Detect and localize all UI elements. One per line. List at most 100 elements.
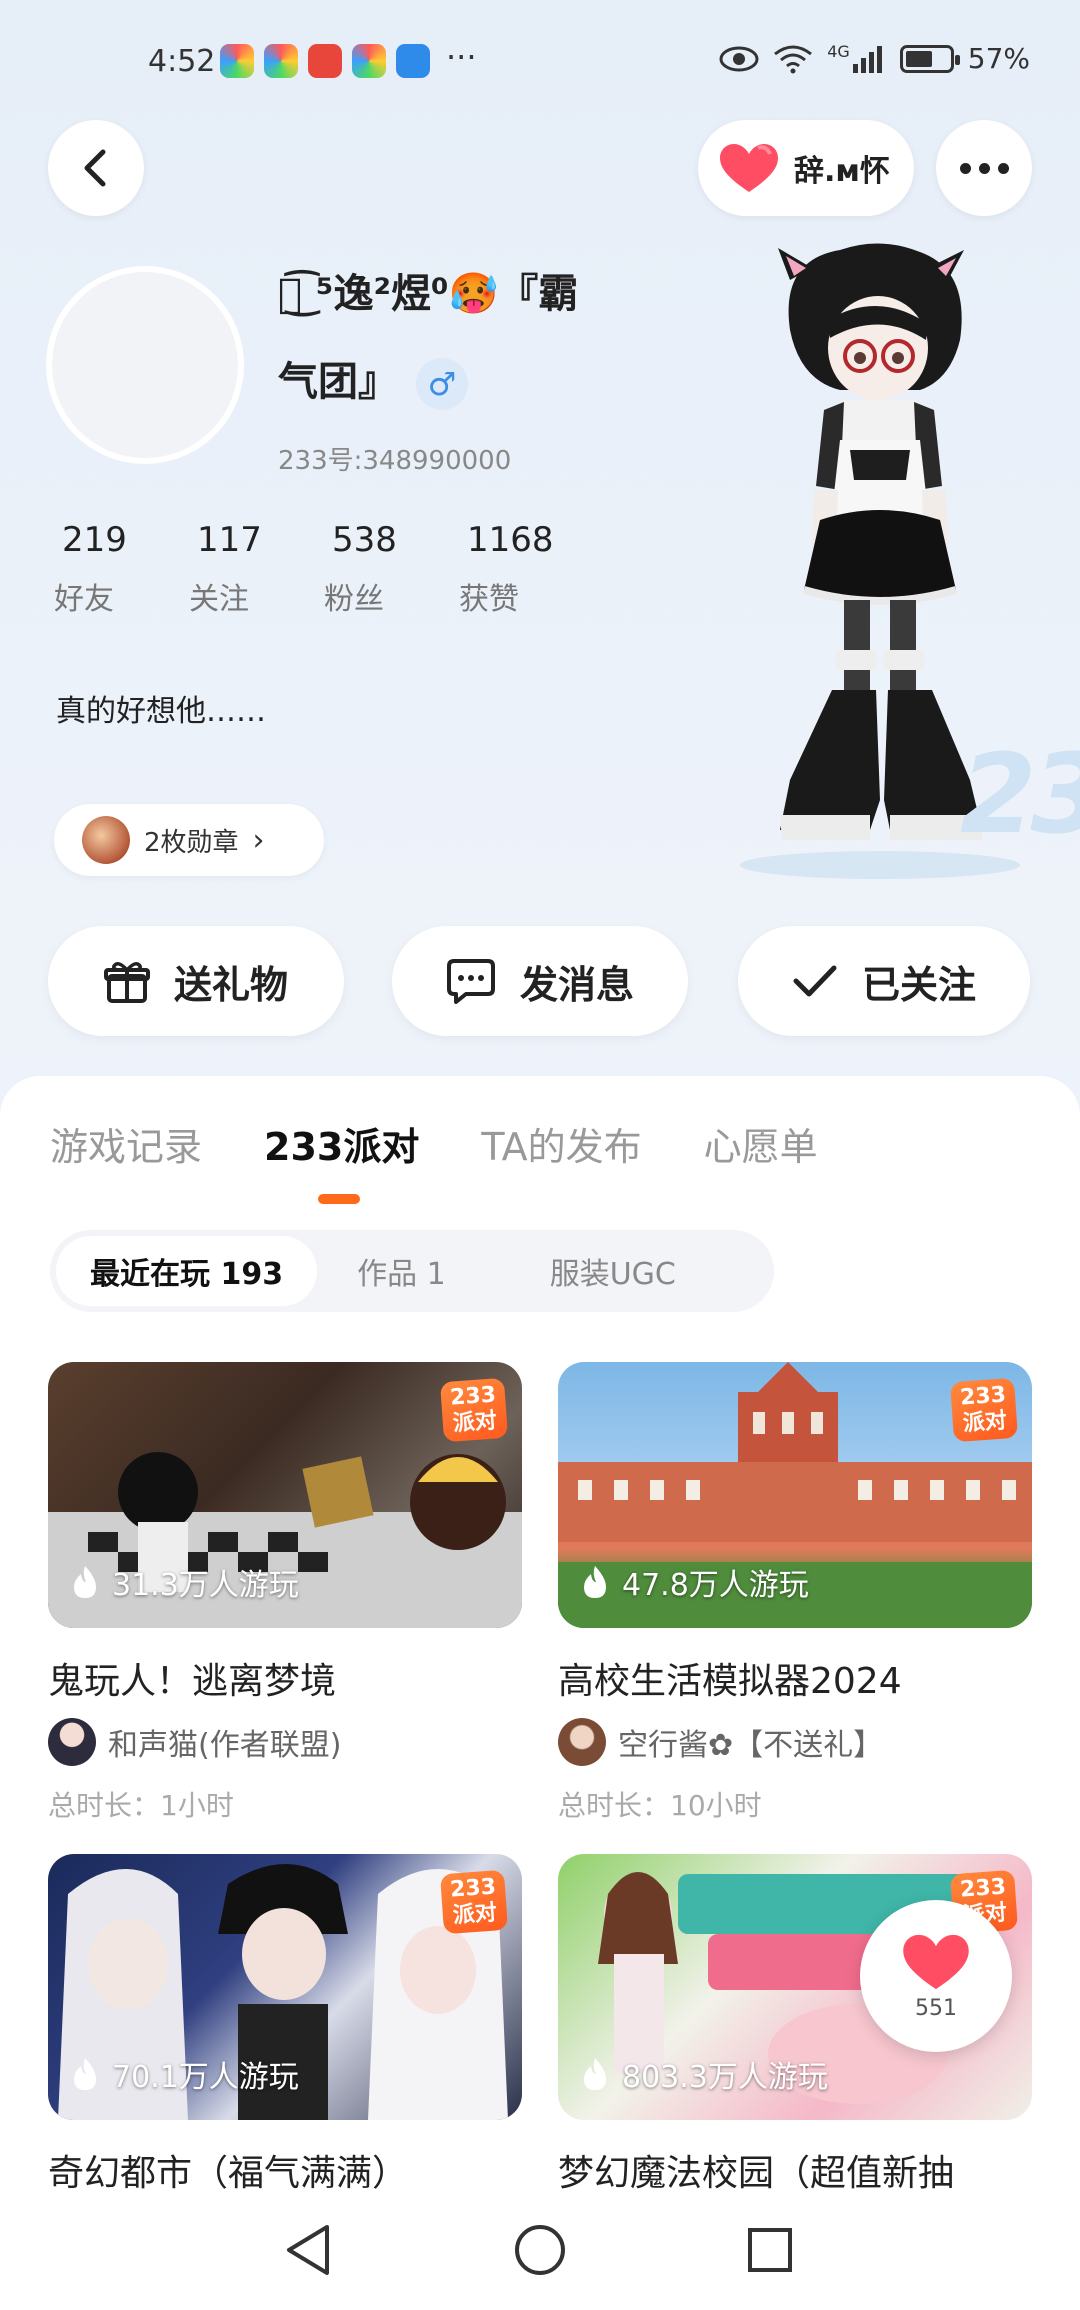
friend-name: 辞.м怀 (794, 154, 890, 189)
party-233-tag: 233 派对 (439, 1869, 509, 1935)
male-gender-icon: ♂ (416, 358, 468, 410)
triangle-back-icon (287, 2225, 329, 2275)
party-233-tag: 233 派对 (439, 1377, 509, 1443)
nickname-line2: 气团』 (278, 359, 398, 405)
status-time: 4:52 (148, 44, 216, 79)
subtab-outfit-ugc[interactable]: 服装UGC (516, 1236, 710, 1306)
game-title: 梦幻魔法校园（超值新抽 (558, 2153, 955, 2194)
play-count: 47.8万人游玩 (580, 1560, 809, 1604)
app-notification-icon (352, 44, 386, 78)
following-button[interactable]: 已关注 (738, 926, 1030, 1036)
author-name: 空行酱✿【不送礼】 (618, 1728, 884, 1763)
tab-wishlist[interactable]: 心愿单 (704, 1116, 818, 1171)
nav-recents-button[interactable] (740, 2220, 800, 2280)
author-avatar (558, 1718, 606, 1766)
game-card[interactable]: 233 派对 47.8万人游玩 高校生活模拟器2024 空行酱✿【不送礼】 总时长… (558, 1362, 1032, 1824)
nav-back-button[interactable] (278, 2220, 338, 2280)
play-count: 31.3万人游玩 (70, 1560, 299, 1604)
friend-pill-button[interactable]: 辞.м怀 (698, 120, 914, 216)
avatar[interactable] (46, 266, 244, 464)
stat-label: 关注 (189, 582, 249, 617)
app-notification-icon (264, 44, 298, 78)
game-card[interactable]: 233 派对 70.1万人游玩 奇幻都市（福气满满） (48, 1854, 522, 2196)
nickname-line1: ঌ͜͡ ⁵逸²煜⁰🥵『霸 (278, 271, 579, 317)
like-count: 551 (915, 1995, 957, 2021)
stat-following[interactable]: 117 关注 (189, 520, 324, 618)
heart-icon (903, 1934, 969, 1989)
nav-home-button[interactable] (510, 2220, 570, 2280)
battery-icon (899, 44, 960, 73)
stat-number: 219 (62, 520, 127, 560)
chevron-right-icon: › (252, 822, 265, 858)
stat-fans[interactable]: 538 粉丝 (324, 520, 459, 618)
tab-ta-posts[interactable]: TA的发布 (481, 1116, 641, 1171)
flame-icon (74, 1566, 96, 1598)
battery-level: 57% (967, 42, 1030, 75)
flame-icon (584, 2058, 606, 2090)
nickname: ঌ͜͡ ⁵逸²煜⁰🥵『霸 气团』 ♂ (278, 250, 698, 426)
game-thumbnail: 233 派对 31.3万人游玩 (48, 1362, 522, 1628)
stat-label: 获赞 (459, 582, 519, 617)
badge-icon (82, 816, 130, 864)
flame-icon (74, 2058, 96, 2090)
subtab-recent-played[interactable]: 最近在玩 193 (56, 1236, 318, 1306)
game-author[interactable]: 和声猫(作者联盟) (48, 1718, 522, 1766)
game-title: 鬼玩人！逃离梦境 (48, 1661, 337, 1702)
tab-233-party[interactable]: 233派对 (264, 1116, 419, 1204)
wifi-icon (774, 45, 813, 73)
profile-stats: 219 好友 117 关注 538 粉丝 1168 获赞 (54, 520, 594, 618)
subtab-works[interactable]: 作品 1 (317, 1236, 516, 1306)
stat-number: 538 (332, 520, 397, 560)
app-notification-icon (220, 44, 254, 78)
bio-text: 真的好想他…… (56, 694, 266, 729)
play-duration: 总时长：10小时 (558, 1789, 762, 1822)
stat-number: 1168 (467, 520, 554, 560)
floating-like-button[interactable]: 551 (860, 1900, 1012, 2052)
weather-app-icon (396, 44, 430, 78)
heart-icon (720, 144, 778, 192)
status-indicators: 4G 57% (719, 42, 1030, 75)
message-icon (446, 959, 495, 1004)
square-recents-icon (748, 2228, 792, 2272)
stat-number: 117 (197, 520, 262, 560)
send-gift-label: 送礼物 (173, 962, 288, 1007)
author-name: 和声猫(作者联盟) (108, 1728, 342, 1763)
play-duration: 总时长：1小时 (48, 1789, 234, 1822)
back-button[interactable] (48, 120, 144, 216)
more-options-button[interactable] (936, 120, 1032, 216)
game-title: 高校生活模拟器2024 (558, 1661, 902, 1702)
send-message-label: 发消息 (519, 962, 634, 1007)
play-count: 70.1万人游玩 (70, 2052, 299, 2096)
signal-icon (852, 45, 882, 73)
send-message-button[interactable]: 发消息 (392, 926, 688, 1036)
more-dots-icon (959, 162, 1009, 174)
stat-friends[interactable]: 219 好友 (54, 520, 189, 618)
badges-button[interactable]: 2枚勋章 › (54, 804, 324, 876)
game-author[interactable]: 空行酱✿【不送礼】 (558, 1718, 1032, 1766)
game-thumbnail: 233 派对 47.8万人游玩 (558, 1362, 1032, 1628)
sub-tabs: 最近在玩 193 作品 1 服装UGC (50, 1230, 774, 1312)
badges-label: 2枚勋章 (144, 827, 239, 858)
party-233-tag: 233 派对 (949, 1377, 1019, 1443)
network-type: 4G (827, 42, 850, 61)
gift-icon (103, 962, 150, 1003)
status-app-icons (220, 44, 430, 78)
play-count: 803.3万人游玩 (580, 2052, 828, 2096)
profile-tabs: 游戏记录 233派对 TA的发布 心愿单 (50, 1116, 818, 1204)
huawei-app-icon (308, 44, 342, 78)
game-card[interactable]: 233 派对 31.3万人游玩 鬼玩人！逃离梦境 和声猫(作者联盟) 总时长：1小… (48, 1362, 522, 1824)
chevron-left-icon (84, 149, 106, 187)
platform-233-watermark: 233 (960, 730, 1080, 858)
circle-home-icon (515, 2225, 565, 2275)
stat-label: 好友 (54, 582, 114, 617)
stat-likes[interactable]: 1168 获赞 (459, 520, 594, 618)
send-gift-button[interactable]: 送礼物 (48, 926, 344, 1036)
game-title: 奇幻都市（福气满满） (48, 2153, 409, 2194)
system-nav-bar (0, 2190, 1080, 2310)
user-id: 233号:348990000 (278, 446, 512, 476)
checkmark-icon (793, 965, 837, 997)
stat-label: 粉丝 (324, 582, 384, 617)
author-avatar (48, 1718, 96, 1766)
tab-game-records[interactable]: 游戏记录 (50, 1116, 202, 1171)
game-thumbnail: 233 派对 70.1万人游玩 (48, 1854, 522, 2120)
